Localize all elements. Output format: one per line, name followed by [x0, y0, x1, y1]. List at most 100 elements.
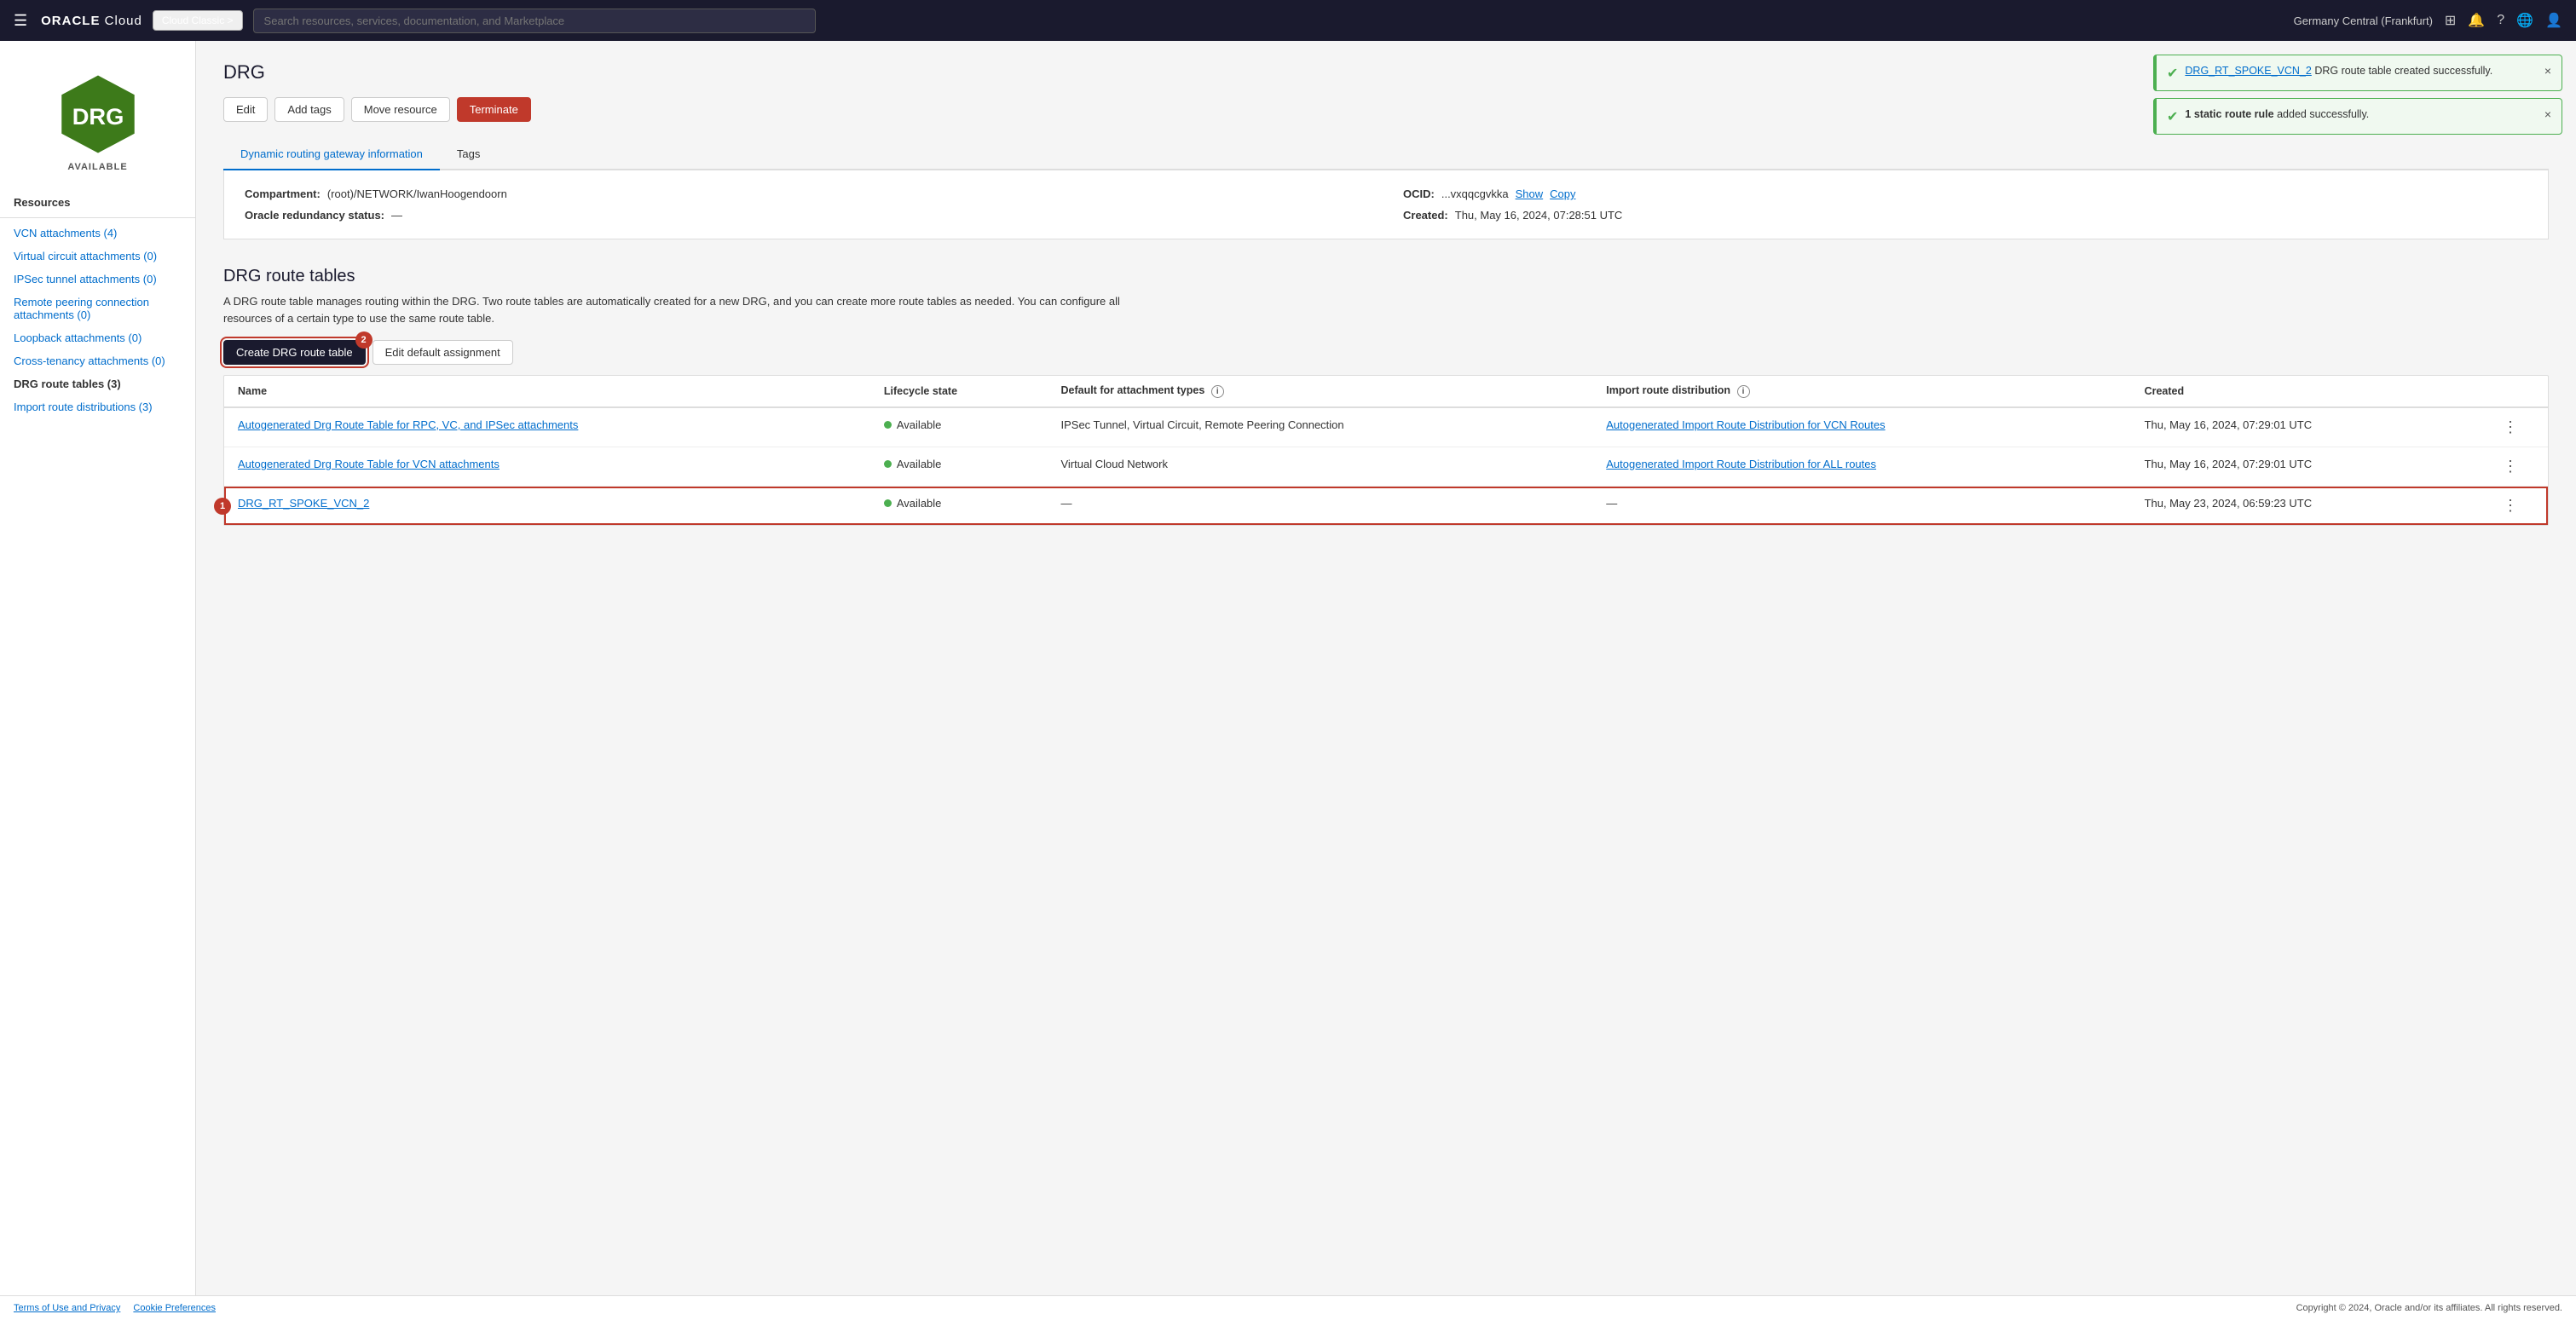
footer: Terms of Use and Privacy Cookie Preferen…: [0, 1295, 2576, 1320]
route-tables-table: Name Lifecycle state Default for attachm…: [224, 376, 2548, 525]
notification-text-2: 1 static route rule added successfully.: [2185, 107, 2537, 123]
row2-kebab-menu[interactable]: ⋮: [2486, 458, 2534, 476]
create-btn-group: Create DRG route table 2: [223, 340, 366, 365]
notification-link-1[interactable]: DRG_RT_SPOKE_VCN_2: [2185, 65, 2311, 77]
table-row-highlighted: 1 DRG_RT_SPOKE_VCN_2 Available — — Thu, …: [224, 487, 2548, 526]
row2-status-dot: [884, 460, 892, 468]
drg-icon-container: DRG AVAILABLE: [0, 58, 195, 189]
drg-status: AVAILABLE: [67, 162, 127, 172]
notification-1: ✔ DRG_RT_SPOKE_VCN_2 DRG route table cre…: [2153, 55, 2562, 91]
sidebar-item-vcn-attachments[interactable]: VCN attachments (4): [0, 222, 195, 245]
col-lifecycle: Lifecycle state: [870, 376, 1048, 407]
route-tables-title: DRG route tables: [223, 267, 2549, 286]
col-created: Created: [2131, 376, 2474, 407]
col-default-types: Default for attachment types i: [1047, 376, 1592, 407]
import-dist-info-icon[interactable]: i: [1737, 385, 1750, 398]
add-tags-button[interactable]: Add tags: [274, 97, 344, 122]
sidebar-item-ipsec[interactable]: IPSec tunnel attachments (0): [0, 268, 195, 291]
region-selector[interactable]: Germany Central (Frankfurt): [2294, 14, 2433, 27]
row2-actions: ⋮: [2473, 447, 2548, 487]
sidebar-item-drg-route-tables[interactable]: DRG route tables (3): [0, 372, 195, 395]
compartment-row: Compartment: (root)/NETWORK/IwanHoogendo…: [245, 187, 1369, 200]
row2-name-link[interactable]: Autogenerated Drg Route Table for VCN at…: [238, 458, 500, 470]
ocid-copy-link[interactable]: Copy: [1550, 187, 1575, 200]
attachment-types-info-icon[interactable]: i: [1211, 385, 1224, 398]
table-row: Autogenerated Drg Route Table for VCN at…: [224, 447, 2548, 487]
row1-name: Autogenerated Drg Route Table for RPC, V…: [224, 407, 870, 447]
notifications-container: ✔ DRG_RT_SPOKE_VCN_2 DRG route table cre…: [2153, 55, 2562, 141]
resources-title: Resources: [0, 189, 195, 214]
table-actions: Create DRG route table 2 Edit default as…: [223, 340, 2549, 365]
row2-default-types: Virtual Cloud Network: [1047, 447, 1592, 487]
terminate-button[interactable]: Terminate: [457, 97, 531, 122]
footer-right: Copyright © 2024, Oracle and/or its affi…: [2296, 1303, 2562, 1313]
row2-import-dist: Autogenerated Import Route Distribution …: [1592, 447, 2130, 487]
cloud-classic-button[interactable]: Cloud Classic >: [153, 10, 243, 31]
row3-name-link[interactable]: DRG_RT_SPOKE_VCN_2: [238, 497, 369, 510]
app-layout: DRG AVAILABLE Resources VCN attachments …: [0, 41, 2576, 1295]
create-button-badge: 2: [355, 331, 373, 349]
sidebar: DRG AVAILABLE Resources VCN attachments …: [0, 41, 196, 1295]
sidebar-item-cross-tenancy[interactable]: Cross-tenancy attachments (0): [0, 349, 195, 372]
col-name: Name: [224, 376, 870, 407]
created-value: Thu, May 16, 2024, 07:28:51 UTC: [1455, 209, 1623, 222]
create-drg-route-table-button[interactable]: Create DRG route table: [223, 340, 366, 365]
row3-import-dist: —: [1592, 487, 2130, 526]
sidebar-item-remote-peering[interactable]: Remote peering connection attachments (0…: [0, 291, 195, 326]
sidebar-item-import-route[interactable]: Import route distributions (3): [0, 395, 195, 418]
notification-bell-icon[interactable]: 🔔: [2468, 12, 2485, 29]
ocid-show-link[interactable]: Show: [1516, 187, 1544, 200]
row2-import-dist-link[interactable]: Autogenerated Import Route Distribution …: [1606, 458, 1876, 470]
row2-lifecycle: Available: [870, 447, 1048, 487]
col-import-dist: Import route distribution i: [1592, 376, 2130, 407]
terms-link[interactable]: Terms of Use and Privacy: [14, 1303, 120, 1313]
top-navigation: ☰ ORACLE Cloud Cloud Classic > Germany C…: [0, 0, 2576, 41]
notification-close-1[interactable]: ×: [2544, 64, 2551, 78]
svg-text:DRG: DRG: [72, 103, 124, 130]
user-avatar-icon[interactable]: 👤: [2545, 12, 2562, 29]
tab-tags[interactable]: Tags: [440, 139, 497, 170]
help-icon[interactable]: ?: [2497, 13, 2504, 28]
globe-icon[interactable]: 🌐: [2516, 12, 2533, 29]
row3-lifecycle: Available: [870, 487, 1048, 526]
table-row: Autogenerated Drg Route Table for RPC, V…: [224, 407, 2548, 447]
ocid-value: ...vxqqcgvkka: [1441, 187, 1509, 200]
row3-kebab-menu[interactable]: ⋮: [2486, 497, 2534, 515]
cookie-link[interactable]: Cookie Preferences: [133, 1303, 216, 1313]
search-input[interactable]: [253, 9, 816, 33]
notification-close-2[interactable]: ×: [2544, 107, 2551, 121]
row2-name: Autogenerated Drg Route Table for VCN at…: [224, 447, 870, 487]
oracle-logo: ORACLE Cloud: [41, 14, 142, 28]
created-label: Created:: [1403, 209, 1448, 222]
row1-name-link[interactable]: Autogenerated Drg Route Table for RPC, V…: [238, 418, 578, 431]
compartment-value: (root)/NETWORK/IwanHoogendoorn: [327, 187, 507, 200]
compartment-label: Compartment:: [245, 187, 321, 200]
row1-import-dist-link[interactable]: Autogenerated Import Route Distribution …: [1606, 418, 1885, 431]
move-resource-button[interactable]: Move resource: [351, 97, 450, 122]
edit-default-assignment-button[interactable]: Edit default assignment: [373, 340, 513, 365]
row3-created: Thu, May 23, 2024, 06:59:23 UTC: [2131, 487, 2474, 526]
redundancy-row: Oracle redundancy status: —: [245, 209, 1369, 222]
row3-default-types: —: [1047, 487, 1592, 526]
tab-drg-info[interactable]: Dynamic routing gateway information: [223, 139, 440, 170]
row1-actions: ⋮: [2473, 407, 2548, 447]
drg-hexagon-icon: DRG: [55, 72, 141, 157]
row1-created: Thu, May 16, 2024, 07:29:01 UTC: [2131, 407, 2474, 447]
row3-status-dot: [884, 499, 892, 507]
info-grid: Compartment: (root)/NETWORK/IwanHoogendo…: [245, 187, 2527, 222]
created-row: Created: Thu, May 16, 2024, 07:28:51 UTC: [1403, 209, 2527, 222]
row3-actions: ⋮: [2473, 487, 2548, 526]
edit-button[interactable]: Edit: [223, 97, 268, 122]
tab-bar: Dynamic routing gateway information Tags: [223, 139, 2549, 170]
sidebar-item-virtual-circuit[interactable]: Virtual circuit attachments (0): [0, 245, 195, 268]
ocid-label: OCID:: [1403, 187, 1435, 200]
row1-status-dot: [884, 421, 892, 429]
info-panel: Compartment: (root)/NETWORK/IwanHoogendo…: [223, 170, 2549, 239]
success-icon-2: ✔: [2167, 108, 2178, 125]
hamburger-menu-icon[interactable]: ☰: [14, 12, 27, 30]
row1-kebab-menu[interactable]: ⋮: [2486, 418, 2534, 436]
console-icon[interactable]: ⊞: [2445, 12, 2456, 29]
row1-default-types: IPSec Tunnel, Virtual Circuit, Remote Pe…: [1047, 407, 1592, 447]
sidebar-item-loopback[interactable]: Loopback attachments (0): [0, 326, 195, 349]
ocid-row: OCID: ...vxqqcgvkka Show Copy: [1403, 187, 2527, 200]
